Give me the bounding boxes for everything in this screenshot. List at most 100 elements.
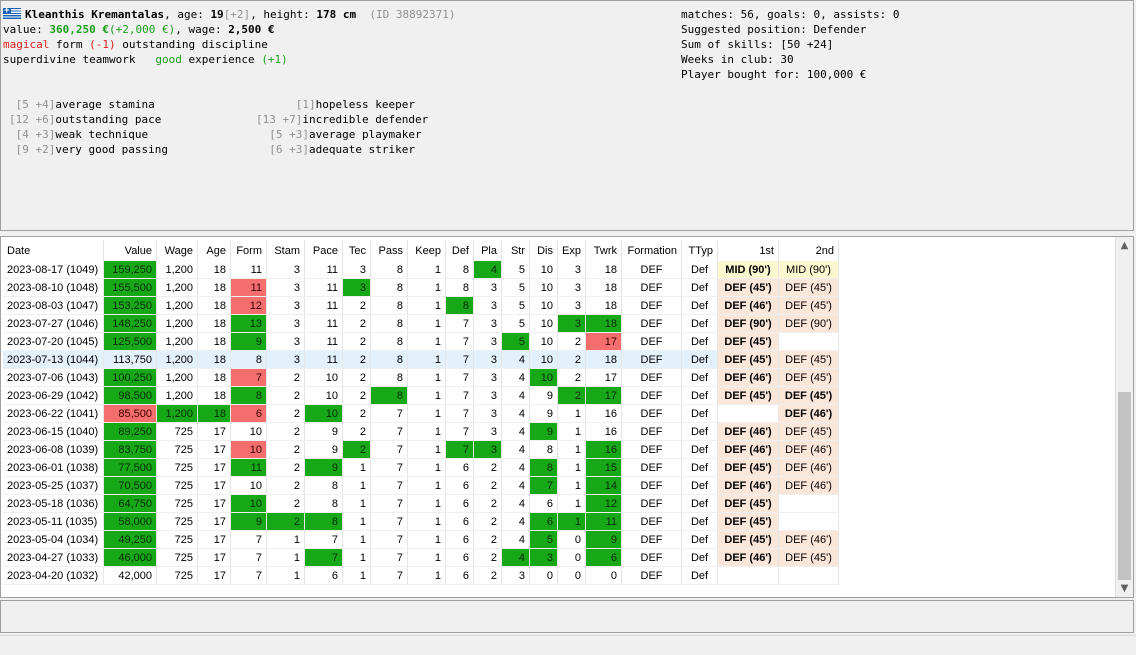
cell-ttyp: Def — [681, 458, 718, 477]
col-header-form[interactable]: Form — [230, 240, 267, 261]
cell-second — [778, 332, 839, 351]
col-header-stam[interactable]: Stam — [266, 240, 305, 261]
cell-pace: 10 — [304, 386, 343, 405]
history-table-panel[interactable]: Date Value Wage Age Form Stam Pace Tec P… — [0, 236, 1134, 598]
table-row[interactable]: 2023-07-13 (1044) 113,750 1,200 18 8 3 11 2 8 1 7 3… — [3, 350, 839, 369]
skills-right-column: [1]hopeless keeper [13 +7]incredible def… — [256, 97, 428, 157]
table-row[interactable]: 2023-08-03 (1047) 153,250 1,200 18 12 3 11 2 8 1 8… — [3, 296, 839, 315]
cell-wage: 1,200 — [156, 368, 198, 387]
table-row[interactable]: 2023-08-10 (1048) 155,500 1,200 18 11 3 11 3 8 1 8… — [3, 278, 839, 297]
status-bar — [0, 635, 1136, 655]
col-header-pace[interactable]: Pace — [304, 240, 343, 261]
cell-pass: 7 — [370, 494, 408, 513]
table-row[interactable]: 2023-06-01 (1038) 77,500 725 17 11 2 9 1 7 1 6 2 4 8 1… — [3, 458, 839, 477]
cell-keep: 1 — [407, 261, 446, 279]
cell-form: 9 — [230, 512, 267, 531]
cell-dis: 10 — [529, 332, 558, 351]
cell-pla: 2 — [473, 494, 502, 513]
cell-tec: 1 — [342, 476, 371, 495]
table-row[interactable]: 2023-05-04 (1034) 49,250 725 17 7 1 7 1 7 1 6 2 4 5 0 9… — [3, 530, 839, 549]
cell-tec: 2 — [342, 296, 371, 315]
cell-form: 10 — [230, 476, 267, 495]
cell-tec: 1 — [342, 512, 371, 531]
cell-date: 2023-07-06 (1043) — [3, 368, 104, 387]
table-row[interactable]: 2023-08-17 (1049) 159,250 1,200 18 11 3 11 3 8 1 8… — [3, 261, 839, 279]
cell-pace: 9 — [304, 440, 343, 459]
table-row[interactable]: 2023-06-15 (1040) 89,250 725 17 10 2 9 2 7 1 7 3 4 9 1… — [3, 422, 839, 441]
cell-age: 17 — [197, 548, 231, 567]
table-row[interactable]: 2023-07-06 (1043) 100,250 1,200 18 7 2 10 2 8 1 7 3… — [3, 368, 839, 387]
col-header-value[interactable]: Value — [103, 240, 157, 261]
cell-dis: 10 — [529, 350, 558, 369]
cell-stam: 2 — [266, 440, 305, 459]
cell-form: 8 — [230, 386, 267, 405]
cell-first: DEF (45') — [717, 512, 779, 531]
col-header-1st[interactable]: 1st — [717, 240, 779, 261]
cell-pass: 7 — [370, 458, 408, 477]
cell-keep: 1 — [407, 548, 446, 567]
vertical-scrollbar[interactable]: ▲ ▼ — [1115, 237, 1133, 597]
col-header-tec[interactable]: Tec — [342, 240, 371, 261]
cell-pass: 8 — [370, 278, 408, 297]
col-header-exp[interactable]: Exp — [557, 240, 586, 261]
cell-dis: 9 — [529, 404, 558, 423]
table-row[interactable]: 2023-07-27 (1046) 148,250 1,200 18 13 3 11 2 8 1 7… — [3, 314, 839, 333]
table-row[interactable]: 2023-04-27 (1033) 46,000 725 17 7 1 7 1 7 1 6 2 4 3 0 6… — [3, 548, 839, 567]
cell-twrk: 17 — [585, 386, 622, 405]
cell-exp: 0 — [557, 548, 586, 567]
cell-wage: 1,200 — [156, 278, 198, 297]
scroll-up-icon[interactable]: ▲ — [1116, 237, 1133, 254]
cell-first: DEF (46') — [717, 440, 779, 459]
cell-exp: 2 — [557, 350, 586, 369]
cell-first — [717, 566, 779, 585]
form-line: magical form (-1) outstanding discipline — [3, 38, 268, 51]
col-header-pass[interactable]: Pass — [370, 240, 408, 261]
col-header-twrk[interactable]: Twrk — [585, 240, 622, 261]
cell-tec: 1 — [342, 530, 371, 549]
cell-pla: 3 — [473, 404, 502, 423]
cell-first — [717, 404, 779, 423]
table-row[interactable]: 2023-05-11 (1035) 58,000 725 17 9 2 8 1 7 1 6 2 4 6 1 1… — [3, 512, 839, 531]
scroll-down-icon[interactable]: ▼ — [1116, 580, 1133, 597]
col-header-str[interactable]: Str — [501, 240, 530, 261]
col-header-formation[interactable]: Formation — [621, 240, 682, 261]
cell-dis: 0 — [529, 566, 558, 585]
scroll-thumb[interactable] — [1118, 392, 1131, 580]
col-header-wage[interactable]: Wage — [156, 240, 198, 261]
table-row[interactable]: 2023-06-08 (1039) 83,750 725 17 10 2 9 2 7 1 7 3 4 8 1… — [3, 440, 839, 459]
cell-value: 85,500 — [103, 404, 157, 423]
cell-value: 89,250 — [103, 422, 157, 441]
cell-date: 2023-07-20 (1045) — [3, 332, 104, 351]
col-header-keep[interactable]: Keep — [407, 240, 446, 261]
col-header-ttyp[interactable]: TTyp — [681, 240, 718, 261]
cell-first: DEF (46') — [717, 548, 779, 567]
col-header-def[interactable]: Def — [445, 240, 474, 261]
table-row[interactable]: 2023-06-22 (1041) 85,500 1,200 18 6 2 10 2 7 1 7 3 4… — [3, 404, 839, 423]
cell-date: 2023-06-01 (1038) — [3, 458, 104, 477]
cell-value: 100,250 — [103, 368, 157, 387]
cell-pass: 7 — [370, 530, 408, 549]
cell-tec: 3 — [342, 261, 371, 279]
col-header-date[interactable]: Date — [3, 240, 104, 261]
table-row[interactable]: 2023-05-18 (1036) 64,750 725 17 10 2 8 1 7 1 6 2 4 6 1… — [3, 494, 839, 513]
cell-pace: 11 — [304, 278, 343, 297]
col-header-age[interactable]: Age — [197, 240, 231, 261]
col-header-2nd[interactable]: 2nd — [778, 240, 839, 261]
cell-dis: 9 — [529, 386, 558, 405]
table-row[interactable]: 2023-05-25 (1037) 70,500 725 17 10 2 8 1 7 1 6 2 4 7 1… — [3, 476, 839, 495]
skill-playmaker: [5 +3]average playmaker — [256, 128, 422, 141]
cell-formation: DEF — [621, 422, 682, 441]
table-row[interactable]: 2023-07-20 (1045) 125,500 1,200 18 9 3 11 2 8 1 7 3… — [3, 332, 839, 351]
cell-second — [778, 566, 839, 585]
cell-value: 148,250 — [103, 314, 157, 333]
cell-form: 7 — [230, 368, 267, 387]
cell-value: 77,500 — [103, 458, 157, 477]
skill-keeper: [1]hopeless keeper — [256, 98, 415, 111]
cell-form: 11 — [230, 261, 267, 279]
table-row[interactable]: 2023-04-20 (1032) 42,000 725 17 7 1 6 1 7 1 6 2 3 0 0 0… — [3, 566, 839, 585]
col-header-dis[interactable]: Dis — [529, 240, 558, 261]
table-row[interactable]: 2023-06-29 (1042) 98,500 1,200 18 8 2 10 2 8 1 7 3 4… — [3, 386, 839, 405]
col-header-pla[interactable]: Pla — [473, 240, 502, 261]
cell-pace: 11 — [304, 314, 343, 333]
cell-exp: 3 — [557, 261, 586, 279]
